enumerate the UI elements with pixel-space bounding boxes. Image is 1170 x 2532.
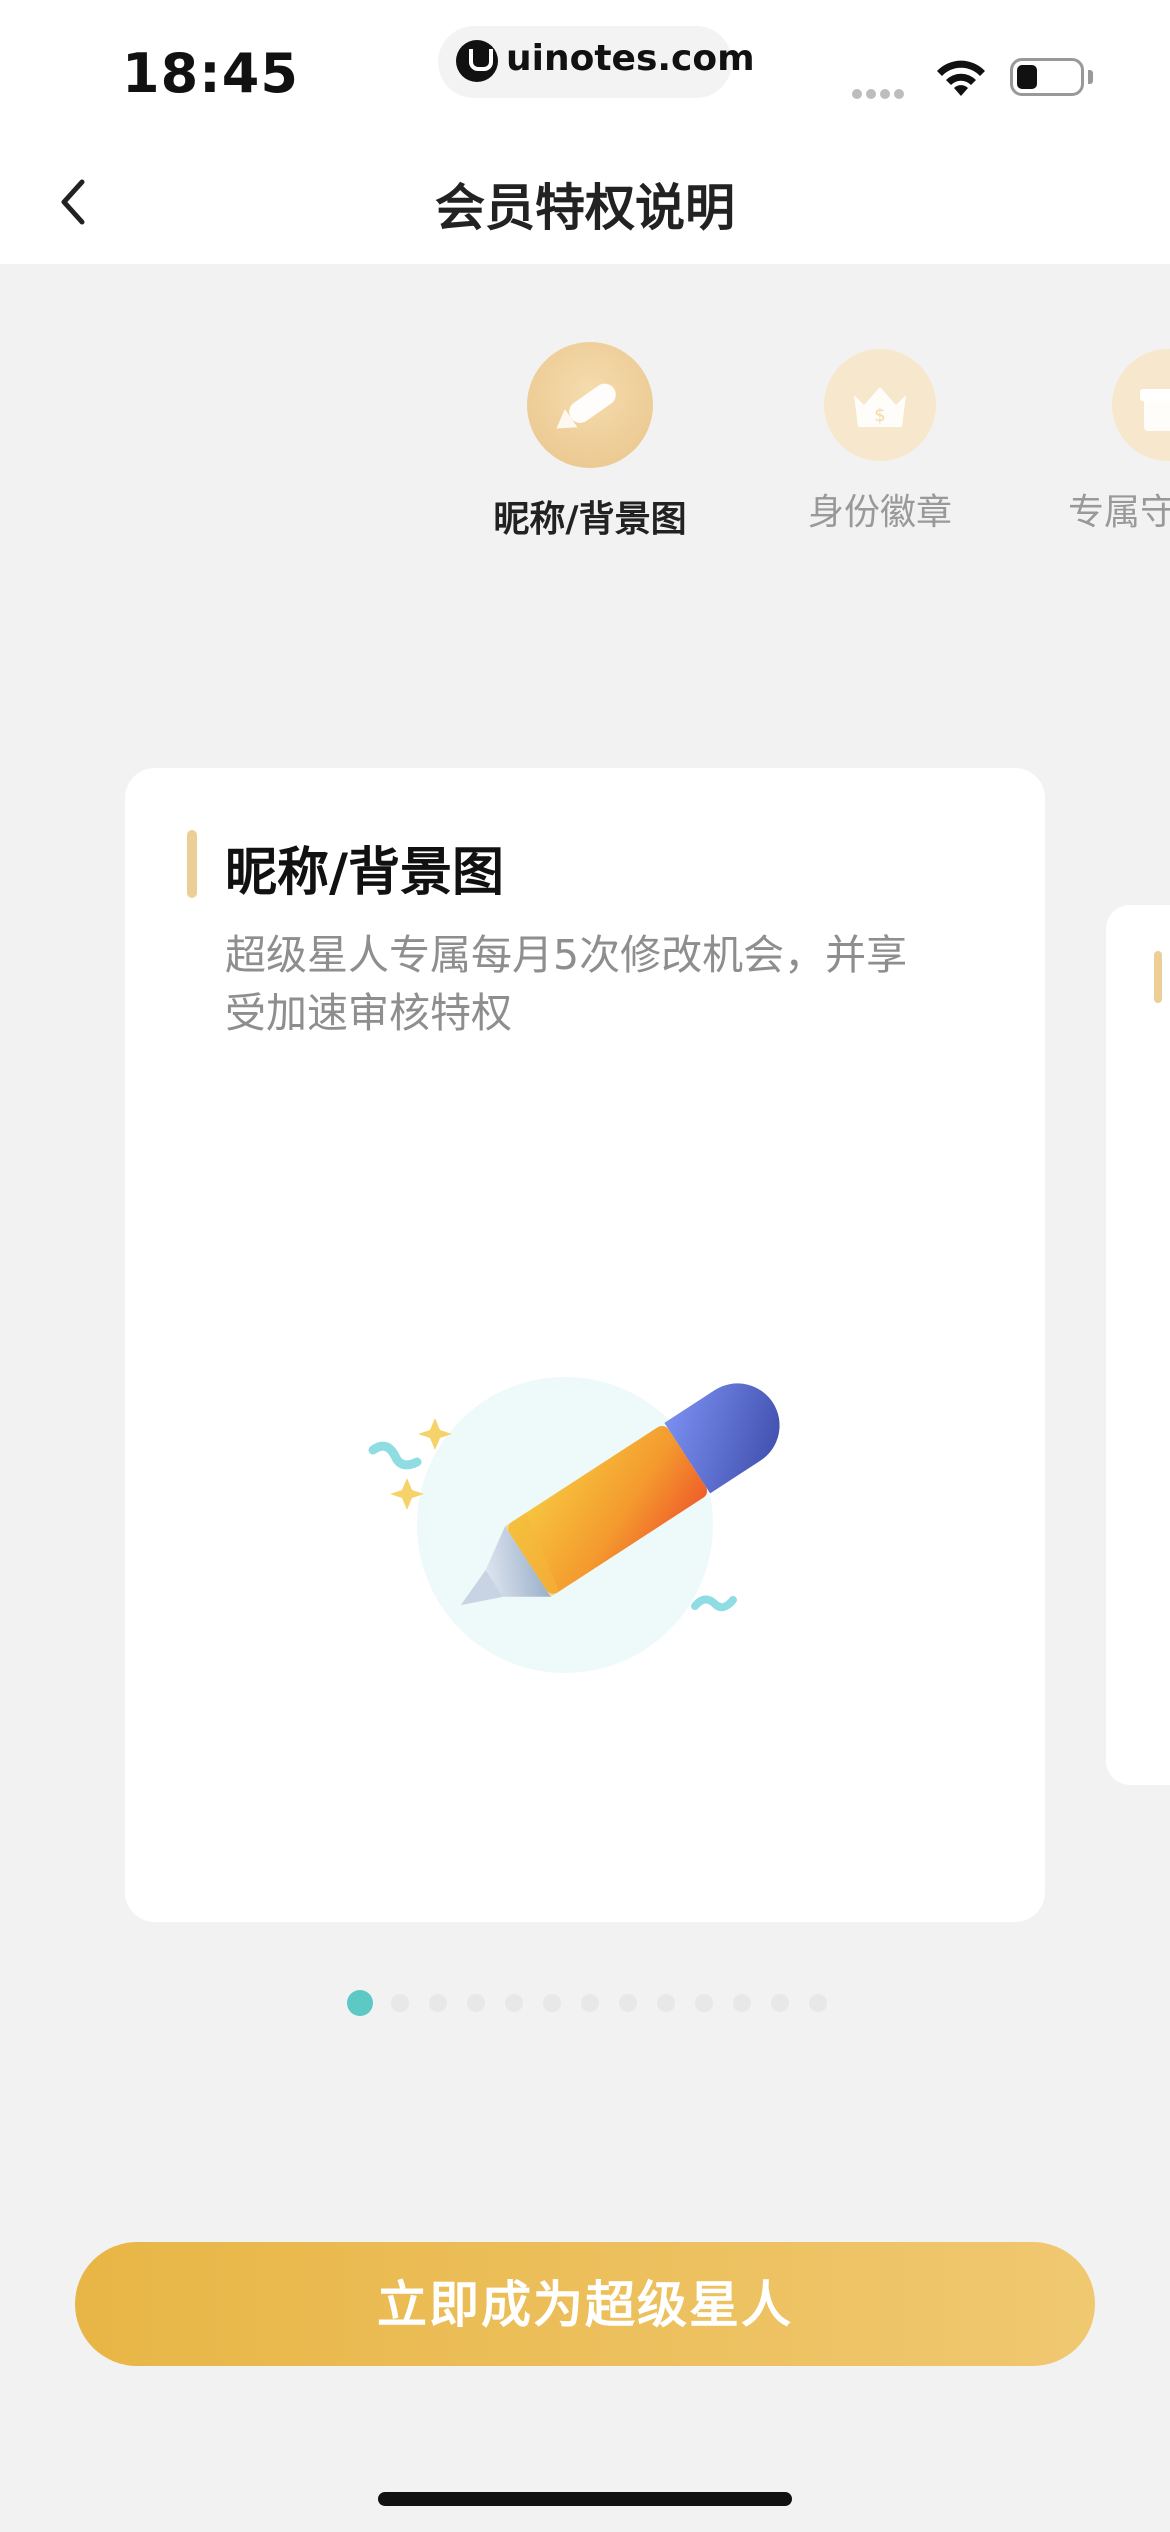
pagination-dot[interactable] [695,1994,713,2012]
pagination-dot[interactable] [657,1994,675,2012]
cellular-signal-icon [852,84,916,99]
pencil-icon [527,342,653,468]
pagination-dot[interactable] [771,1994,789,2012]
become-super-member-button[interactable]: 立即成为超级星人 [75,2242,1095,2366]
card-description: 超级星人专属每月5次修改机会，并享受加速审核特权 [225,931,908,1037]
card-accent-bar [187,830,197,898]
privilege-card: 昵称/背景图 超级星人专属每月5次修改机会，并享受加速审核特权 [125,768,1045,1922]
next-privilege-card[interactable] [1106,905,1170,1785]
tab-label: 专属守护 [1067,492,1170,533]
tab-label: 昵称/背景图 [493,499,687,540]
battery-cap [1088,70,1093,84]
tab-nickname-background[interactable]: 昵称/背景图 [490,342,690,542]
site-logo-icon [456,40,498,82]
pagination-dot[interactable] [619,1994,637,2012]
nav-bar: 会员特权说明 [0,140,1170,264]
gift-icon [1112,349,1170,461]
status-bar: 18:45 uinotes.com [0,0,1170,140]
url-text: uinotes.com [506,38,755,79]
pencil-illustration [368,1377,780,1673]
crown-badge-icon: $ [824,349,936,461]
pagination-dot[interactable] [581,1994,599,2012]
tab-identity-badge[interactable]: $ 身份徽章 [800,342,960,535]
pagination-dot[interactable] [505,1994,523,2012]
status-time: 18:45 [122,42,299,105]
pagination-dot-active[interactable] [347,1990,373,2016]
pagination-dot[interactable] [809,1994,827,2012]
pagination-dot[interactable] [391,1994,409,2012]
card-title: 昵称/背景图 [225,843,504,903]
svg-text:$: $ [874,405,885,426]
home-indicator[interactable] [378,2492,792,2506]
pagination-dot[interactable] [733,1994,751,2012]
pagination-dot[interactable] [467,1994,485,2012]
tab-exclusive-guard[interactable]: 专属守护 [1050,342,1170,535]
battery-icon [1010,58,1084,96]
page-title: 会员特权说明 [435,179,735,237]
cta-label: 立即成为超级星人 [377,2277,793,2333]
tab-label: 身份徽章 [807,492,952,533]
card-accent-bar [1154,951,1162,1003]
pagination-dot[interactable] [543,1994,561,2012]
pagination-dot[interactable] [429,1994,447,2012]
url-pill[interactable]: uinotes.com [438,26,755,98]
wifi-icon [937,60,985,96]
